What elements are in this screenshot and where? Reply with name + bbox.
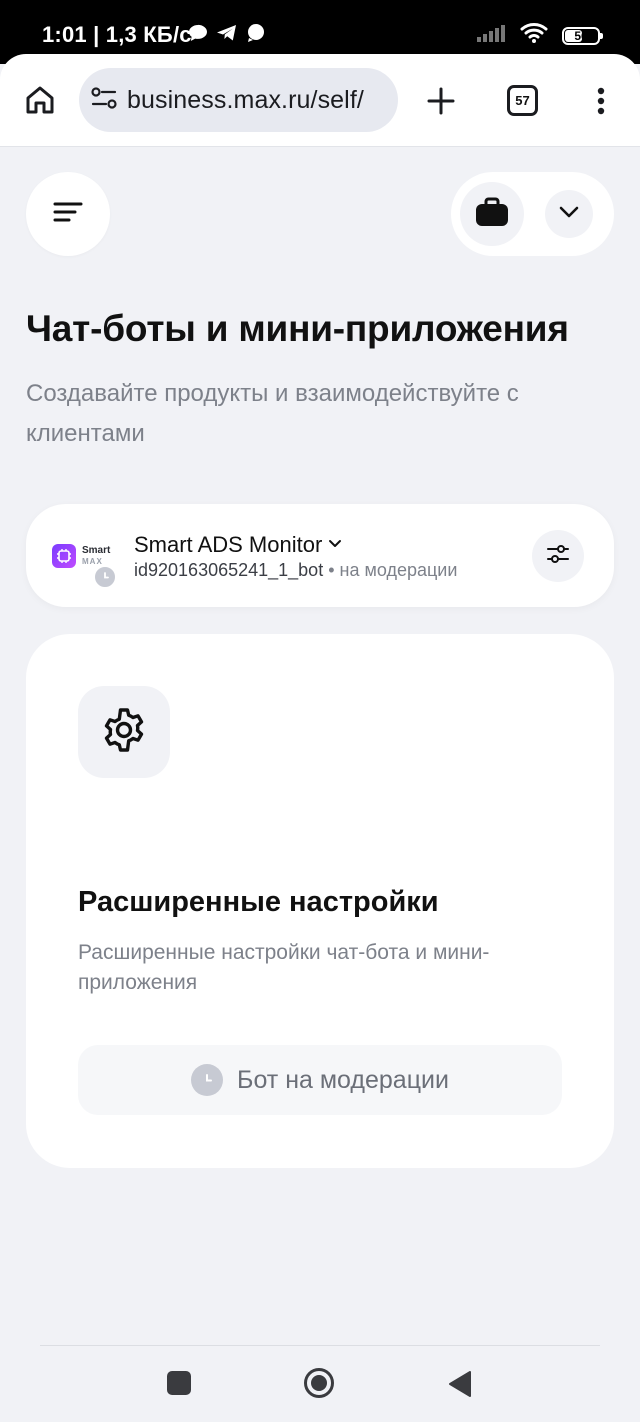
tab-switcher-button[interactable]: 57 [507,85,538,116]
bot-name-row: Smart ADS Monitor [134,532,342,558]
url-text: business.max.ru/self/ [127,85,364,114]
tab-count: 57 [515,93,530,108]
nav-divider [40,1345,600,1346]
account-dropdown-button[interactable] [545,190,593,238]
chevron-down-icon [559,205,579,223]
advanced-settings-card: Расширенные настройки Расширенные настро… [26,634,614,1168]
chip-logo-icon [52,544,76,568]
status-time: 1:01 | 1,3 КБ/с [42,22,192,47]
account-switcher [451,172,614,256]
bot-avatar: Smart MAX [48,526,118,590]
home-icon[interactable] [20,80,60,120]
new-tab-icon[interactable] [422,82,460,120]
bot-name: Smart ADS Monitor [134,532,323,557]
bot-settings-button[interactable] [532,530,584,582]
wifi-icon [520,22,548,49]
page-title: Чат-боты и мини-приложения [26,308,569,349]
battery-percent: 56 [574,28,588,43]
business-button[interactable] [460,182,524,246]
status-right-group: 56 [476,22,603,49]
page-subtitle: Создавайте продукты и взаимодействуйте с… [26,380,519,447]
address-bar[interactable]: business.max.ru/self/ [79,68,398,132]
more-menu-icon[interactable] [588,81,614,121]
home-circle-icon[interactable] [303,1367,335,1399]
clock-icon [191,1064,224,1096]
clock-status-icon [92,564,118,590]
bot-status: • на модерации [323,560,458,580]
chevron-down-icon [328,536,342,554]
moderation-button-label: Бот на модерации [237,1065,449,1094]
browser-toolbar: business.max.ru/self/ 57 [0,54,640,147]
settings-title: Расширенные настройки [78,886,439,918]
sliders-icon [546,544,570,569]
menu-icon [53,201,83,228]
bot-id: id920163065241_1_bot [134,560,324,580]
moderation-status-button[interactable]: Бот на модерации [78,1045,562,1115]
battery-icon: 56 [562,26,603,45]
site-settings-icon[interactable] [91,86,117,114]
message-icon [246,24,266,42]
bot-selector-card[interactable]: Smart MAX Smart ADS Monitor id9201630652… [26,504,614,607]
hamburger-menu-button[interactable] [26,172,110,256]
gear-tile [78,686,170,778]
briefcase-icon [475,197,509,232]
chat-bubble-icon [188,24,208,42]
back-icon[interactable] [448,1370,472,1398]
recent-apps-icon[interactable] [167,1371,191,1395]
telegram-icon [216,24,238,42]
bot-logo-text: Smart [82,545,111,556]
settings-description: Расширенные настройки чат-бота и мини-пр… [78,941,490,994]
bot-meta: id920163065241_1_bot • на модерации [134,560,457,581]
gear-icon [100,706,148,759]
signal-icon [476,24,506,47]
